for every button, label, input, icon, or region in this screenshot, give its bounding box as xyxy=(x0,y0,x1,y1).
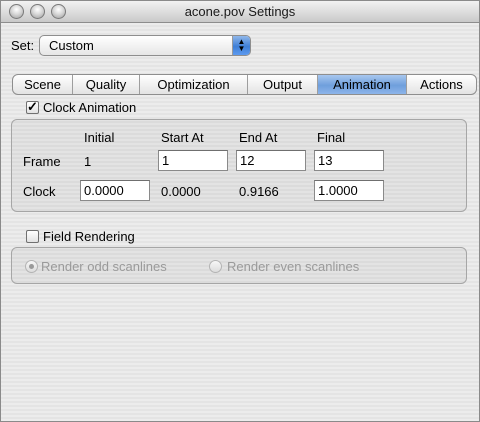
tab-actions[interactable]: Actions xyxy=(407,75,476,94)
settings-set-value: Custom xyxy=(49,38,94,53)
frame-row-label: Frame xyxy=(23,154,61,169)
window-title: acone.pov Settings xyxy=(184,4,296,19)
frame-end-field[interactable]: 12 xyxy=(236,150,306,171)
frame-start-field[interactable]: 1 xyxy=(158,150,228,171)
set-label: Set: xyxy=(11,38,35,53)
clock-end-value: 0.9166 xyxy=(239,184,279,199)
tab-output[interactable]: Output xyxy=(248,75,318,94)
popup-arrows-icon: ▲ ▼ xyxy=(232,36,250,55)
settings-tabs: Scene Quality Optimization Output Animat… xyxy=(12,74,477,95)
render-even-label: Render even scanlines xyxy=(227,259,360,274)
tab-optimization[interactable]: Optimization xyxy=(140,75,248,94)
frame-initial-value: 1 xyxy=(84,154,92,169)
clock-row-label: Clock xyxy=(23,184,56,199)
settings-window: acone.pov Settings Set: Custom ▲ ▼ Scene … xyxy=(0,0,480,422)
field-rendering-group: Render odd scanlines Render even scanlin… xyxy=(11,247,467,284)
tab-quality[interactable]: Quality xyxy=(73,75,140,94)
header-end-at: End At xyxy=(239,130,278,145)
header-initial: Initial xyxy=(84,130,115,145)
title-bar[interactable]: acone.pov Settings xyxy=(1,1,479,23)
tab-animation[interactable]: Animation xyxy=(318,75,407,94)
radio-selected-dot xyxy=(29,264,34,269)
header-final: Final xyxy=(317,130,346,145)
clock-final-field[interactable]: 1.0000 xyxy=(314,180,384,201)
clock-start-value: 0.0000 xyxy=(161,184,201,199)
clock-initial-field[interactable]: 0.0000 xyxy=(80,180,150,201)
render-odd-radio[interactable] xyxy=(25,260,38,273)
field-rendering-checkbox[interactable] xyxy=(26,230,39,243)
header-start-at: Start At xyxy=(161,130,204,145)
clock-animation-label: Clock Animation xyxy=(43,100,137,115)
checkmark-icon: ✓ xyxy=(27,99,38,114)
clock-animation-checkbox[interactable]: ✓ xyxy=(26,99,39,114)
render-odd-label: Render odd scanlines xyxy=(41,259,167,274)
clock-animation-group: Initial Start At End At Final Frame 1 1 … xyxy=(11,119,467,212)
field-rendering-label: Field Rendering xyxy=(43,229,135,244)
frame-final-field[interactable]: 13 xyxy=(314,150,384,171)
tab-scene[interactable]: Scene xyxy=(13,75,73,94)
render-even-radio[interactable] xyxy=(209,260,222,273)
settings-set-popup[interactable]: Custom ▲ ▼ xyxy=(39,35,251,56)
